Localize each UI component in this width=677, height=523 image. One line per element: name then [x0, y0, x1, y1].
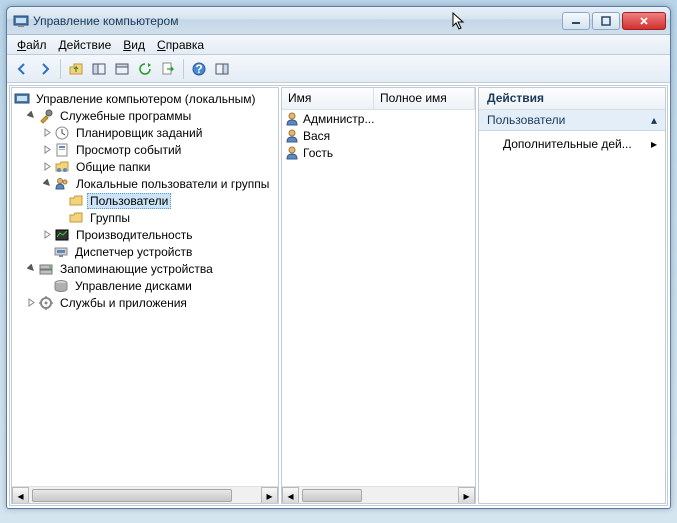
- list-item[interactable]: Вася: [282, 127, 475, 144]
- shared-folder-icon: [54, 159, 70, 175]
- chevron-right-icon: ▸: [651, 137, 657, 151]
- export-button[interactable]: [157, 58, 179, 80]
- event-icon: [54, 142, 70, 158]
- tree-storage[interactable]: Запоминающие устройства: [12, 260, 278, 277]
- app-icon: [13, 13, 29, 29]
- tree-event-viewer[interactable]: Просмотр событий: [12, 141, 278, 158]
- tree-service-programs[interactable]: Служебные программы: [12, 107, 278, 124]
- user-icon: [284, 145, 300, 161]
- show-hide-action-button[interactable]: [211, 58, 233, 80]
- scroll-thumb[interactable]: [32, 489, 232, 502]
- toolbar-separator: [183, 59, 184, 79]
- expand-icon[interactable]: [42, 229, 53, 240]
- computer-management-window: Управление компьютером Файл Действие Вид…: [6, 6, 671, 509]
- users-groups-icon: [54, 176, 70, 192]
- storage-icon: [38, 261, 54, 277]
- tree-groups[interactable]: Группы: [12, 209, 278, 226]
- services-icon: [38, 295, 54, 311]
- tree-hscrollbar[interactable]: ◂ ▸: [12, 486, 278, 503]
- menu-file[interactable]: Файл: [11, 36, 53, 54]
- tree-device-manager[interactable]: Диспетчер устройств: [12, 243, 278, 260]
- actions-pane: Действия Пользователи ▴ Дополнительные д…: [478, 87, 666, 504]
- folder-icon: [68, 210, 84, 226]
- minimize-button[interactable]: [562, 12, 590, 30]
- actions-more[interactable]: Дополнительные дей... ▸: [479, 131, 665, 157]
- titlebar[interactable]: Управление компьютером: [7, 7, 670, 35]
- toolbar-separator: [60, 59, 61, 79]
- expand-icon[interactable]: [42, 127, 53, 138]
- maximize-button[interactable]: [592, 12, 620, 30]
- list-item[interactable]: Гость: [282, 144, 475, 161]
- col-name[interactable]: Имя: [282, 88, 374, 109]
- show-hide-tree-button[interactable]: [88, 58, 110, 80]
- scroll-right-icon[interactable]: ▸: [261, 487, 278, 504]
- tree-task-scheduler[interactable]: Планировщик заданий: [12, 124, 278, 141]
- forward-button[interactable]: [34, 58, 56, 80]
- expand-icon[interactable]: [42, 144, 53, 155]
- tree-performance[interactable]: Производительность: [12, 226, 278, 243]
- scroll-left-icon[interactable]: ◂: [282, 487, 299, 504]
- disk-icon: [53, 278, 69, 294]
- tree-users[interactable]: Пользователи: [12, 192, 278, 209]
- scroll-right-icon[interactable]: ▸: [458, 487, 475, 504]
- properties-button[interactable]: [111, 58, 133, 80]
- toolbar: ?: [7, 55, 670, 83]
- content-area: Управление компьютером (локальным) Служе…: [9, 85, 668, 506]
- collapse-icon[interactable]: [26, 110, 37, 121]
- refresh-button[interactable]: [134, 58, 156, 80]
- list-pane: Имя Полное имя Администр... Вася Гость ◂…: [281, 87, 476, 504]
- back-button[interactable]: [11, 58, 33, 80]
- list-hscrollbar[interactable]: ◂ ▸: [282, 486, 475, 503]
- actions-group[interactable]: Пользователи ▴: [479, 110, 665, 131]
- collapse-up-icon: ▴: [651, 113, 657, 127]
- menu-action[interactable]: Действие: [53, 36, 118, 54]
- expand-icon[interactable]: [42, 161, 53, 172]
- tree-local-users-groups[interactable]: Локальные пользователи и группы: [12, 175, 278, 192]
- folder-icon: [68, 193, 84, 209]
- tree-services-apps[interactable]: Службы и приложения: [12, 294, 278, 311]
- help-button[interactable]: ?: [188, 58, 210, 80]
- list-header: Имя Полное имя: [282, 88, 475, 110]
- tree-shared-folders[interactable]: Общие папки: [12, 158, 278, 175]
- performance-icon: [54, 227, 70, 243]
- expand-icon[interactable]: [26, 297, 37, 308]
- clock-icon: [54, 125, 70, 141]
- close-button[interactable]: [622, 12, 666, 30]
- actions-header: Действия: [479, 88, 665, 110]
- tree-body[interactable]: Управление компьютером (локальным) Служе…: [12, 88, 278, 486]
- collapse-icon[interactable]: [42, 178, 53, 189]
- menu-view[interactable]: Вид: [117, 36, 151, 54]
- computer-icon: [14, 91, 30, 107]
- user-icon: [284, 111, 300, 127]
- menu-help[interactable]: Справка: [151, 36, 210, 54]
- svg-text:?: ?: [195, 62, 202, 76]
- list-body[interactable]: Администр... Вася Гость: [282, 110, 475, 486]
- user-icon: [284, 128, 300, 144]
- menubar: Файл Действие Вид Справка: [7, 35, 670, 55]
- scroll-left-icon[interactable]: ◂: [12, 487, 29, 504]
- tools-icon: [38, 108, 54, 124]
- tree-disk-management[interactable]: Управление дисками: [12, 277, 278, 294]
- collapse-icon[interactable]: [26, 263, 37, 274]
- scroll-thumb[interactable]: [302, 489, 362, 502]
- device-icon: [53, 244, 69, 260]
- tree-pane: Управление компьютером (локальным) Служе…: [11, 87, 279, 504]
- up-button[interactable]: [65, 58, 87, 80]
- tree-root[interactable]: Управление компьютером (локальным): [12, 90, 278, 107]
- col-fullname[interactable]: Полное имя: [374, 88, 475, 109]
- list-item[interactable]: Администр...: [282, 110, 475, 127]
- window-title: Управление компьютером: [33, 14, 560, 28]
